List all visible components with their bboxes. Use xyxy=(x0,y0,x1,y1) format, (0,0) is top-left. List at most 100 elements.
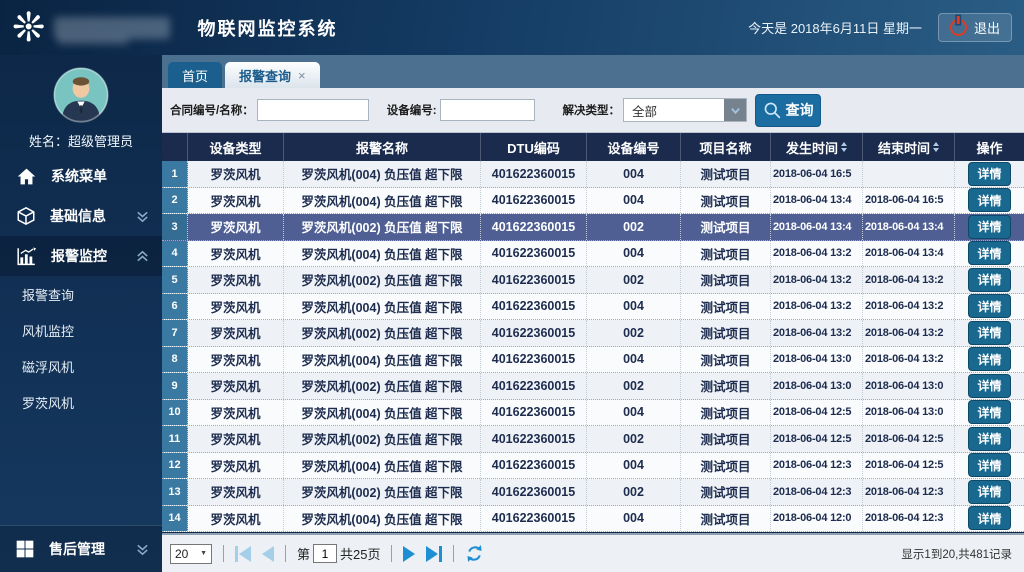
detail-button[interactable]: 详情 xyxy=(968,294,1010,318)
page-number-input[interactable] xyxy=(313,544,337,563)
start-time-cell: 2018-06-04 13:2 xyxy=(771,320,863,346)
query-button[interactable]: 查询 xyxy=(755,94,821,127)
dtu-code-cell: 401622360015 xyxy=(481,426,587,452)
detail-button[interactable]: 详情 xyxy=(968,400,1010,424)
menu-label: 报警监控 xyxy=(51,246,107,266)
start-time-cell: 2018-06-04 13:4 xyxy=(771,214,863,240)
tab-bar: 首页 报警查询 × xyxy=(162,55,1024,88)
tab-close-icon[interactable]: × xyxy=(298,68,306,83)
table-row[interactable]: 2罗茨风机罗茨风机(004) 负压值 超下限401622360015004测试项… xyxy=(162,188,1024,215)
device-type-cell: 罗茨风机 xyxy=(188,188,284,214)
table-row[interactable]: 10罗茨风机罗茨风机(004) 负压值 超下限401622360015004测试… xyxy=(162,400,1024,427)
user-name-label: 姓名：超级管理员 xyxy=(0,131,162,150)
start-time-cell: 2018-06-04 13:4 xyxy=(771,188,863,214)
sidebar-subitem-roots-fan[interactable]: 罗茨风机 xyxy=(0,384,162,420)
detail-button[interactable]: 详情 xyxy=(968,506,1010,530)
dtu-code-cell: 401622360015 xyxy=(481,320,587,346)
device-no-cell: 004 xyxy=(587,506,681,532)
detail-button[interactable]: 详情 xyxy=(968,268,1010,292)
table-row[interactable]: 4罗茨风机罗茨风机(004) 负压值 超下限401622360015004测试项… xyxy=(162,241,1024,268)
col-header-index xyxy=(162,133,188,161)
row-number-cell: 1 xyxy=(162,161,188,187)
alarm-name-cell: 罗茨风机(004) 负压值 超下限 xyxy=(284,241,481,267)
detail-button[interactable]: 详情 xyxy=(968,480,1010,504)
table-row[interactable]: 8罗茨风机罗茨风机(004) 负压值 超下限401622360015004测试项… xyxy=(162,347,1024,374)
contract-input[interactable] xyxy=(257,99,369,121)
prev-page-button[interactable] xyxy=(262,546,274,562)
table-row[interactable]: 7罗茨风机罗茨风机(002) 负压值 超下限401622360015002测试项… xyxy=(162,320,1024,347)
contract-label: 合同编号/名称： xyxy=(170,102,254,118)
row-number-cell: 4 xyxy=(162,241,188,267)
sidebar-item-system-menu[interactable]: 系统菜单 xyxy=(0,156,162,196)
table-row[interactable]: 11罗茨风机罗茨风机(002) 负压值 超下限401622360015002测试… xyxy=(162,426,1024,453)
col-header-device-no: 设备编号 xyxy=(587,133,681,161)
table-row[interactable]: 3罗茨风机罗茨风机(002) 负压值 超下限401622360015002测试项… xyxy=(162,214,1024,241)
detail-button[interactable]: 详情 xyxy=(968,241,1010,265)
operation-cell: 详情 xyxy=(955,161,1024,187)
device-type-cell: 罗茨风机 xyxy=(188,294,284,320)
operation-cell: 详情 xyxy=(955,214,1024,240)
select-dropdown-button[interactable] xyxy=(724,99,746,121)
project-name-cell: 测试项目 xyxy=(681,479,771,505)
table-row[interactable]: 12罗茨风机罗茨风机(004) 负压值 超下限401622360015004测试… xyxy=(162,453,1024,480)
chevron-double-down-icon xyxy=(135,209,150,224)
operation-cell: 详情 xyxy=(955,373,1024,399)
divider xyxy=(391,545,392,562)
sidebar-subitem-fan-monitor[interactable]: 风机监控 xyxy=(0,312,162,348)
tab-home[interactable]: 首页 xyxy=(168,62,222,88)
start-time-cell: 2018-06-04 12:5 xyxy=(771,400,863,426)
row-number-cell: 10 xyxy=(162,400,188,426)
table-row[interactable]: 14罗茨风机罗茨风机(004) 负压值 超下限401622360015004测试… xyxy=(162,506,1024,533)
device-no-cell: 002 xyxy=(587,320,681,346)
table-row[interactable]: 9罗茨风机罗茨风机(002) 负压值 超下限401622360015002测试项… xyxy=(162,373,1024,400)
sidebar-item-basic-info[interactable]: 基础信息 xyxy=(0,196,162,236)
alarm-name-cell: 罗茨风机(004) 负压值 超下限 xyxy=(284,453,481,479)
detail-button[interactable]: 详情 xyxy=(968,427,1010,451)
last-page-button[interactable] xyxy=(426,546,442,562)
menu-label: 售后管理 xyxy=(49,539,105,559)
row-number-cell: 13 xyxy=(162,479,188,505)
logout-button[interactable]: 退出 xyxy=(938,13,1012,42)
detail-button[interactable]: 详情 xyxy=(968,162,1010,186)
table-row[interactable]: 1罗茨风机罗茨风机(004) 负压值 超下限401622360015004测试项… xyxy=(162,161,1024,188)
sidebar-subitem-alarm-query[interactable]: 报警查询 xyxy=(0,276,162,312)
first-page-button[interactable] xyxy=(235,546,251,562)
operation-cell: 详情 xyxy=(955,294,1024,320)
table-row[interactable]: 6罗茨风机罗茨风机(004) 负压值 超下限401622360015004测试项… xyxy=(162,294,1024,321)
sidebar-subitem-maglev-fan[interactable]: 磁浮风机 xyxy=(0,348,162,384)
menu-label: 系统菜单 xyxy=(51,166,107,186)
solve-type-select[interactable]: 全部 xyxy=(623,98,747,122)
col-header-end-time[interactable]: 结束时间 xyxy=(863,133,955,161)
col-header-device-type: 设备类型 xyxy=(188,133,284,161)
detail-button[interactable]: 详情 xyxy=(968,321,1010,345)
detail-button[interactable]: 详情 xyxy=(968,453,1010,477)
detail-button[interactable]: 详情 xyxy=(968,188,1010,212)
device-no-input[interactable] xyxy=(440,99,535,121)
detail-button[interactable]: 详情 xyxy=(968,215,1010,239)
sidebar-item-alarm-monitor[interactable]: 报警监控 xyxy=(0,236,162,276)
alarm-name-cell: 罗茨风机(002) 负压值 超下限 xyxy=(284,267,481,293)
table-row[interactable]: 5罗茨风机罗茨风机(002) 负压值 超下限401622360015002测试项… xyxy=(162,267,1024,294)
detail-button[interactable]: 详情 xyxy=(968,374,1010,398)
row-number-cell: 12 xyxy=(162,453,188,479)
alarm-name-cell: 罗茨风机(002) 负压值 超下限 xyxy=(284,426,481,452)
search-bar: 合同编号/名称： 设备编号: 解决类型： 全部 查询 xyxy=(162,88,1024,133)
tab-alarm-query[interactable]: 报警查询 × xyxy=(225,62,320,88)
device-no-cell: 002 xyxy=(587,373,681,399)
start-time-cell: 2018-06-04 16:5 xyxy=(771,161,863,187)
table-row[interactable]: 13罗茨风机罗茨风机(002) 负压值 超下限401622360015002测试… xyxy=(162,479,1024,506)
pinwheel-logo-icon: ❊ xyxy=(12,8,46,48)
dtu-code-cell: 401622360015 xyxy=(481,373,587,399)
project-name-cell: 测试项目 xyxy=(681,347,771,373)
col-header-start-time[interactable]: 发生时间 xyxy=(771,133,863,161)
project-name-cell: 测试项目 xyxy=(681,214,771,240)
dtu-code-cell: 401622360015 xyxy=(481,241,587,267)
detail-button[interactable]: 详情 xyxy=(968,347,1010,371)
device-type-cell: 罗茨风机 xyxy=(188,400,284,426)
sidebar-item-aftersales[interactable]: 售后管理 xyxy=(0,525,162,572)
device-no-cell: 004 xyxy=(587,161,681,187)
operation-cell: 详情 xyxy=(955,241,1024,267)
refresh-icon[interactable] xyxy=(465,544,484,563)
next-page-button[interactable] xyxy=(403,546,415,562)
page-size-select[interactable]: 20 ▼ xyxy=(170,544,212,564)
